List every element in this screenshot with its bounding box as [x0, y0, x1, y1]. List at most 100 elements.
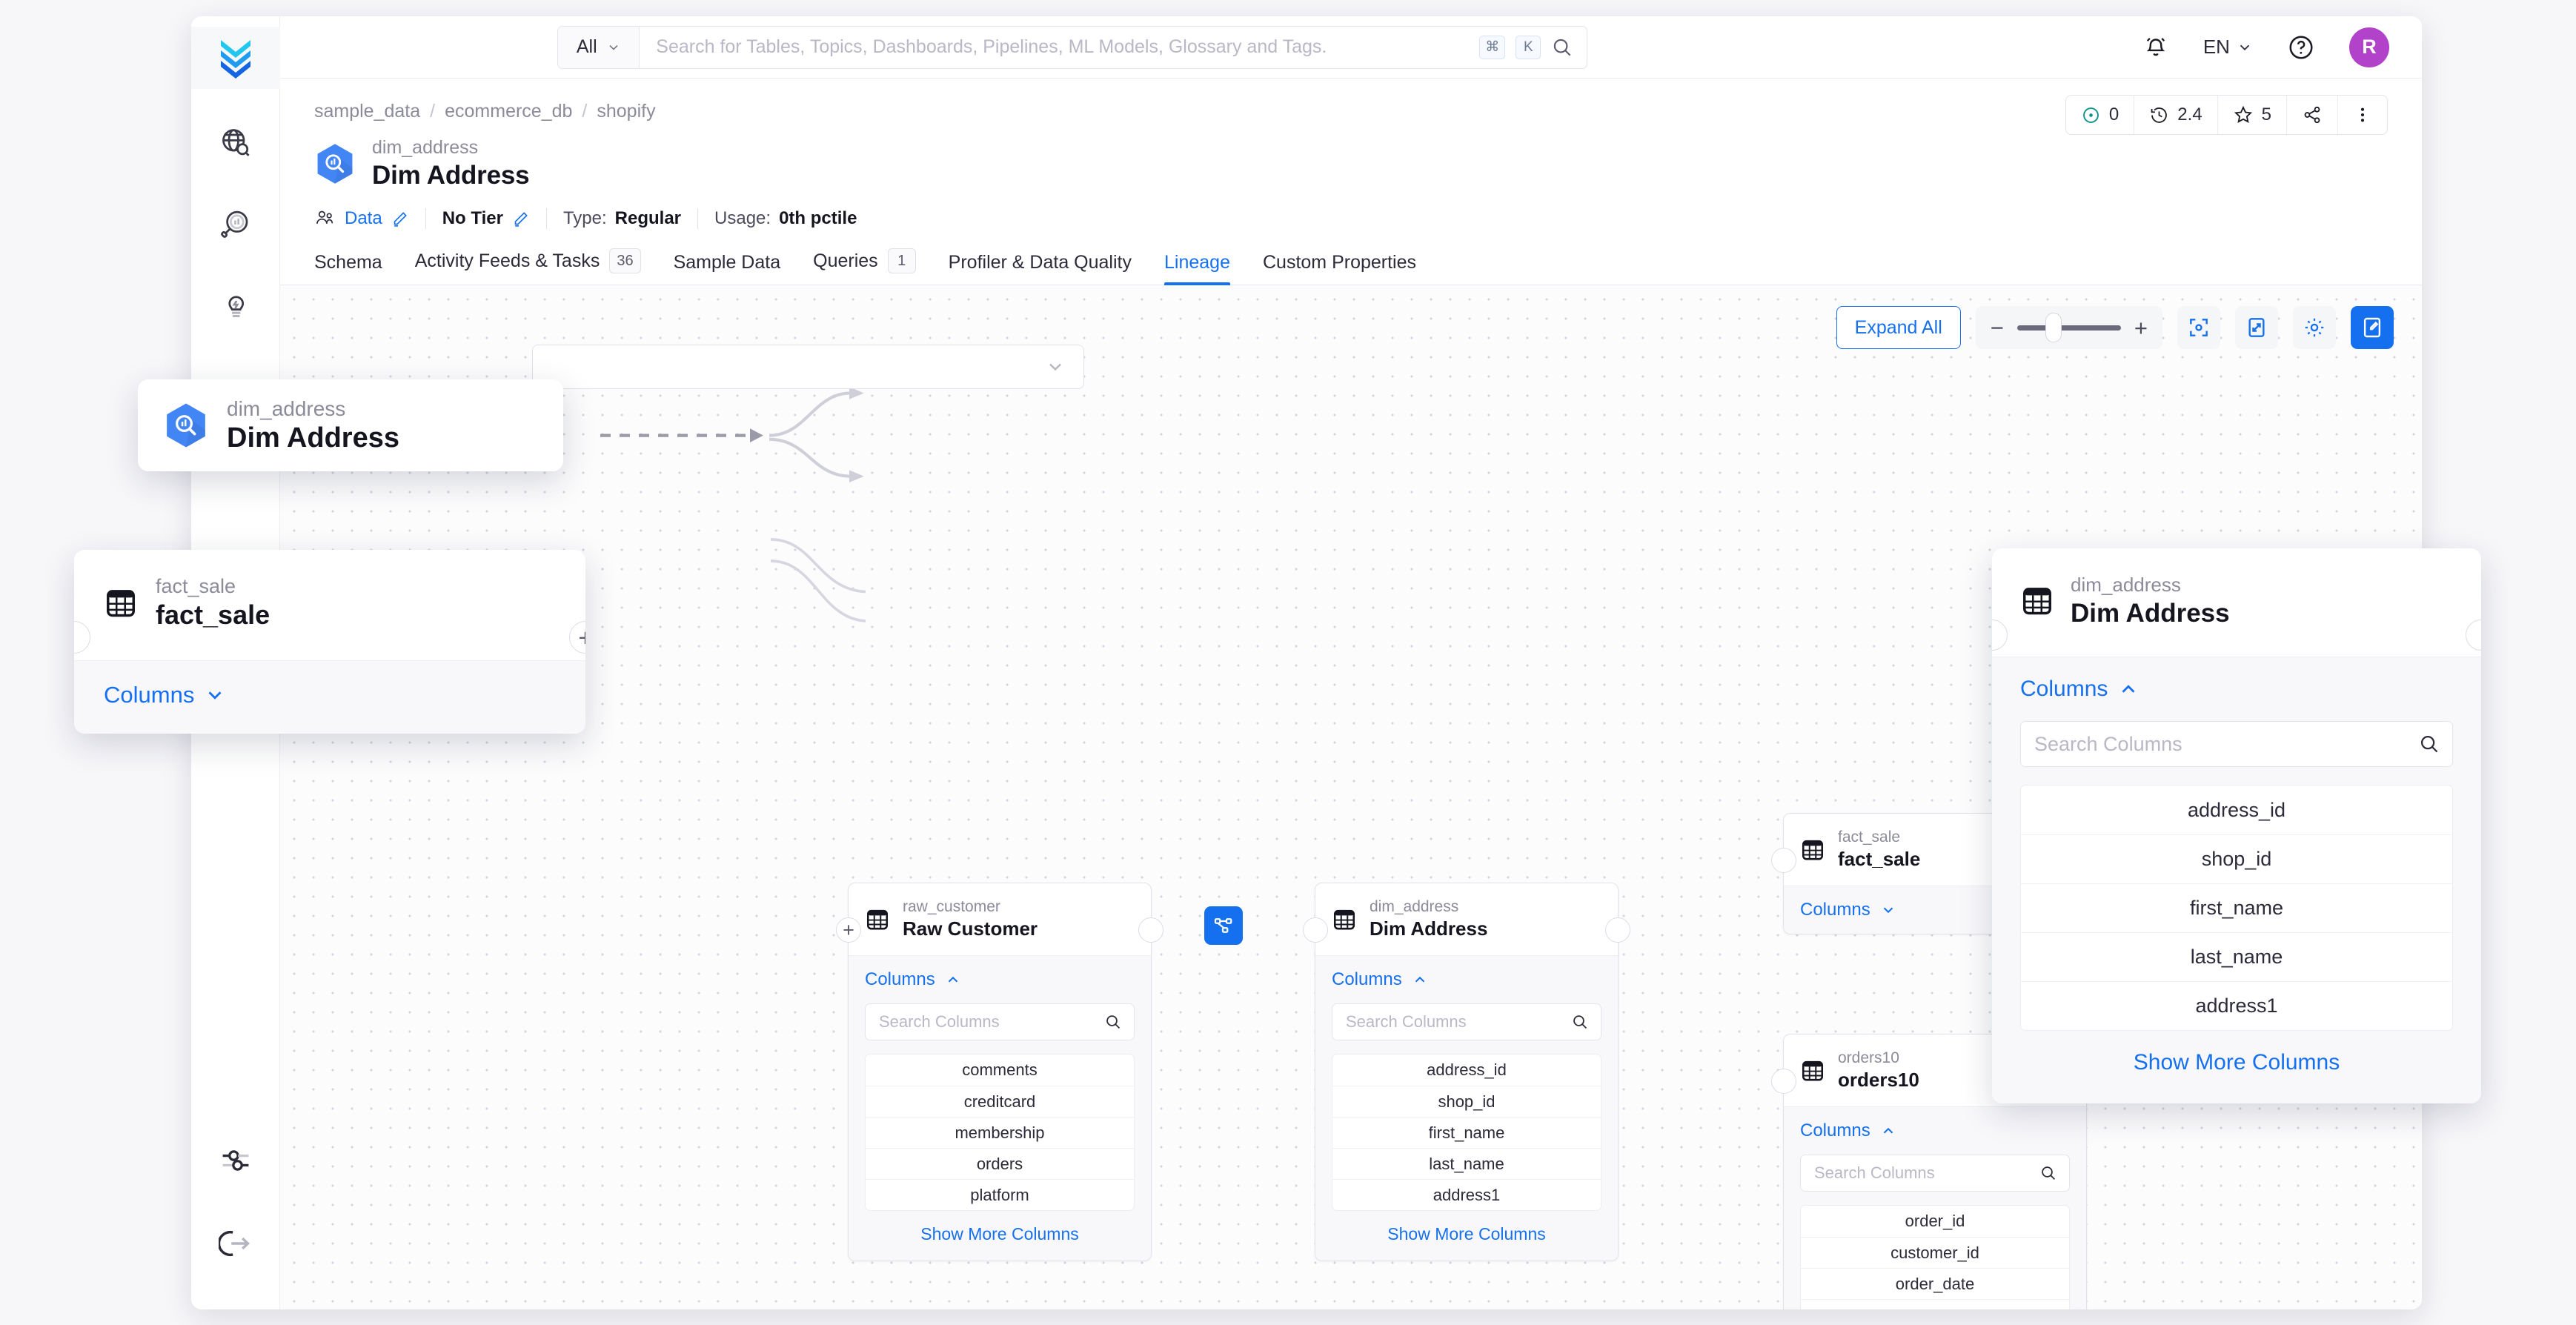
tab-label: Schema [314, 252, 382, 273]
columns-toggle[interactable]: Columns [1800, 1120, 2070, 1141]
chevron-up-icon [1412, 972, 1428, 988]
sidebar-item-explore[interactable] [217, 124, 254, 162]
sidebar-item-collapse[interactable] [217, 1225, 254, 1262]
zoom-in-button[interactable]: + [2134, 316, 2148, 339]
tab-profiler-data-quality[interactable]: Profiler & Data Quality [932, 252, 1148, 285]
fullscreen-button[interactable] [2235, 306, 2278, 349]
search-columns-input[interactable] [1346, 1012, 1564, 1032]
column-item[interactable]: order_id [1801, 1206, 2069, 1237]
version-button[interactable]: 2.4 [2134, 96, 2217, 134]
columns-toggle[interactable]: Columns [1332, 969, 1601, 990]
sidebar-item-lightbulb[interactable] [217, 288, 254, 325]
show-more-columns-link[interactable]: Show More Columns [2020, 1050, 2453, 1075]
column-item[interactable]: customer_id [1801, 1237, 2069, 1268]
search-columns-input[interactable] [879, 1012, 1097, 1032]
zoom-out-button[interactable]: − [1991, 316, 2004, 339]
column-item[interactable]: creditcard [866, 1086, 1134, 1117]
node-left-handle[interactable] [1771, 1069, 1796, 1094]
column-item[interactable]: membership [866, 1117, 1134, 1148]
help-icon[interactable] [2287, 33, 2315, 62]
search-icon[interactable] [1551, 36, 1573, 59]
breadcrumb-item[interactable]: shopify [597, 101, 655, 122]
tab-label: Custom Properties [1263, 252, 1416, 273]
notifications-bell-icon[interactable] [2142, 34, 2169, 61]
search-input[interactable] [656, 36, 1469, 58]
user-avatar[interactable]: R [2349, 27, 2389, 67]
language-selector[interactable]: EN [2203, 36, 2253, 59]
pipeline-edge-badge[interactable] [1204, 906, 1243, 945]
openmetadata-logo-icon [216, 37, 255, 79]
column-item[interactable]: address_id [2021, 786, 2452, 834]
tooltip-titles: dim_address Dim Address [227, 397, 399, 454]
kbd-k: K [1516, 36, 1541, 59]
column-item[interactable]: address1 [2021, 981, 2452, 1030]
circle-dot-icon [2081, 105, 2101, 125]
sidebar-item-settings[interactable] [217, 1142, 254, 1179]
breadcrumb-item[interactable]: sample_data [314, 101, 420, 122]
column-item[interactable]: platform [866, 1179, 1134, 1210]
node-fqn: raw_customer [903, 898, 1038, 916]
more-options-button[interactable] [2337, 96, 2387, 134]
node-add-upstream-handle[interactable]: + [836, 917, 861, 943]
edit-lineage-button[interactable] [2351, 306, 2394, 349]
column-item[interactable]: address1 [1332, 1179, 1601, 1210]
dim-address-overlay-card[interactable]: dim_address Dim Address Columns address_… [1992, 548, 2481, 1103]
dim-address-tooltip-card[interactable]: dim_address Dim Address [138, 379, 563, 471]
tab-lineage[interactable]: Lineage [1148, 252, 1246, 285]
node-right-handle[interactable] [1138, 917, 1163, 943]
zoom-slider-handle[interactable] [2045, 313, 2062, 342]
lineage-settings-button[interactable] [2293, 306, 2336, 349]
tab-queries[interactable]: Queries 1 [797, 248, 932, 285]
column-item[interactable]: address_id [1332, 1055, 1601, 1086]
column-item[interactable]: last_name [1332, 1148, 1601, 1179]
columns-search [1332, 1003, 1601, 1040]
column-item[interactable]: first_name [2021, 883, 2452, 932]
show-more-columns-link[interactable]: Show More Columns [1332, 1224, 1601, 1244]
lineage-node-raw-customer[interactable]: + raw_customer [848, 883, 1152, 1261]
column-item[interactable]: orders [866, 1148, 1134, 1179]
sidebar-item-insights[interactable] [217, 206, 254, 243]
lineage-node-dim-address[interactable]: dim_address Dim Address Columns [1315, 883, 1619, 1261]
fact-sale-overlay-card[interactable]: + fact_sale fact_sale Columns [74, 550, 585, 734]
column-item[interactable]: comments [866, 1055, 1134, 1086]
tab-sample-data[interactable]: Sample Data [657, 252, 797, 285]
app-logo[interactable] [191, 27, 280, 89]
edit-tier-pencil-icon[interactable] [511, 210, 530, 228]
search-icon[interactable] [1571, 1013, 1589, 1031]
owner-label[interactable]: Data [345, 208, 382, 229]
search-columns-input[interactable] [1814, 1163, 2032, 1183]
node-left-handle[interactable] [1771, 848, 1796, 873]
show-more-columns-link[interactable]: Show More Columns [865, 1224, 1135, 1244]
column-item[interactable]: status [1801, 1299, 2069, 1309]
share-button[interactable] [2286, 96, 2337, 134]
edit-owner-pencil-icon[interactable] [391, 210, 409, 228]
columns-toggle[interactable]: Columns [2020, 677, 2453, 702]
node-right-handle[interactable] [1605, 917, 1630, 943]
fit-to-screen-button[interactable] [2177, 306, 2220, 349]
search-icon[interactable] [1104, 1013, 1122, 1031]
column-item[interactable]: last_name [2021, 932, 2452, 981]
search-columns-input[interactable] [2034, 733, 2411, 756]
breadcrumb-item[interactable]: ecommerce_db [445, 101, 572, 122]
columns-toggle[interactable]: Columns [104, 682, 556, 708]
overlay-titles: fact_sale fact_sale [156, 575, 270, 631]
tab-activity-feeds-tasks[interactable]: Activity Feeds & Tasks 36 [399, 248, 657, 285]
search-scope-dropdown[interactable]: All [558, 27, 640, 68]
tab-schema[interactable]: Schema [314, 252, 399, 285]
tab-custom-properties[interactable]: Custom Properties [1246, 252, 1433, 285]
node-left-handle[interactable] [1303, 917, 1328, 943]
column-item[interactable]: first_name [1332, 1117, 1601, 1148]
votes-button[interactable]: 0 [2066, 96, 2134, 134]
lineage-toolbar: Expand All − + [1836, 306, 2394, 349]
followers-button[interactable]: 5 [2217, 96, 2286, 134]
columns-toggle[interactable]: Columns [865, 969, 1135, 990]
expand-all-button[interactable]: Expand All [1836, 306, 1961, 349]
lineage-filter-select[interactable] [532, 345, 1084, 389]
table-grid-icon [104, 586, 138, 620]
zoom-slider[interactable] [2017, 325, 2121, 331]
search-icon[interactable] [2039, 1164, 2057, 1182]
column-item[interactable]: order_date [1801, 1268, 2069, 1299]
column-item[interactable]: shop_id [1332, 1086, 1601, 1117]
column-item[interactable]: shop_id [2021, 834, 2452, 883]
search-icon[interactable] [2418, 733, 2440, 755]
